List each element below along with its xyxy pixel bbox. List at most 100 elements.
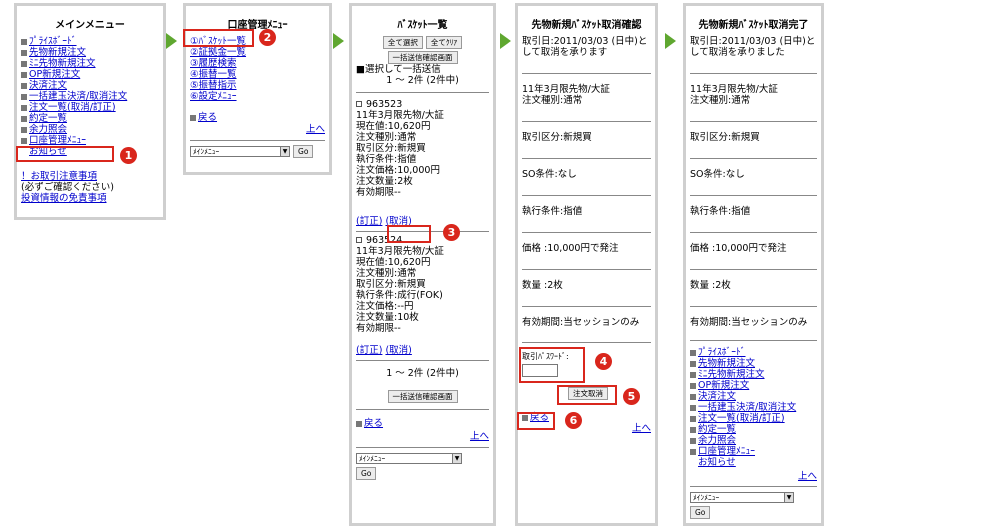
divider [690, 232, 817, 233]
menu-item[interactable]: 余力照会 [690, 435, 817, 446]
menu-bullet-icon [690, 371, 696, 378]
right-arrow-icon [333, 33, 344, 49]
divider [690, 73, 817, 74]
menu-item[interactable]: OP新規注文 [690, 380, 817, 391]
clear-all-button[interactable]: 全てｸﾘｱ [425, 36, 463, 49]
menu-bullet-icon [690, 382, 696, 389]
step-marker: 3 [443, 224, 460, 241]
count-text: 1 ～ 2件 (2件中) [386, 75, 459, 86]
step-marker: 2 [259, 29, 276, 46]
menu-item[interactable]: ②証拠金一覧 [190, 47, 325, 58]
menu-item[interactable]: ⑥設定ﾒﾆｭｰ [190, 91, 325, 102]
menu-bullet-icon [21, 115, 27, 122]
menu-item[interactable]: ﾐﾆ先物新規注文 [690, 369, 817, 380]
notice-sub: (必ずご確認ください) [21, 182, 114, 193]
chevron-down-icon: ▼ [280, 147, 289, 156]
divider [522, 73, 651, 74]
menu-item[interactable]: 余力照会 [21, 124, 159, 135]
menu-bullet-icon [21, 93, 27, 100]
menu-select[interactable]: ﾒｲﾝﾒﾆｭｰ ▼ [190, 146, 290, 157]
edit-link[interactable]: (訂正) [356, 345, 382, 356]
menu-item[interactable]: ③履歴検索 [190, 58, 325, 69]
divider [356, 360, 489, 361]
menu-item[interactable]: お知らせ [690, 457, 817, 468]
divider [522, 269, 651, 270]
menu-bullet-icon [690, 404, 696, 411]
menu-bullet-icon [21, 38, 27, 45]
menu-item[interactable]: ④振替一覧 [190, 69, 325, 80]
menu-item[interactable]: ﾐﾆ先物新規注文 [21, 58, 159, 69]
page-title: 先物新規ﾊﾞｽｹｯﾄ取消完了 [698, 20, 809, 31]
menu-item[interactable]: 注文一覧(取消/訂正) [690, 413, 817, 424]
menu-item[interactable]: 先物新規注文 [690, 358, 817, 369]
cancel-link[interactable]: (取消) [385, 345, 411, 356]
go-button[interactable]: Go [293, 145, 314, 158]
menu-bullet-icon [21, 71, 27, 78]
disclaimer-link[interactable]: 投資情報の免責事項 [21, 193, 107, 204]
divider [356, 409, 489, 410]
menu-item[interactable]: ﾌﾟﾗｲｽﾎﾞｰﾄﾞ [21, 36, 159, 47]
top-link[interactable]: 上へ [632, 423, 651, 434]
bulk-confirm-button[interactable]: 一括送信確認画面 [387, 51, 458, 64]
menu-select[interactable]: ﾒｲﾝﾒﾆｭｰ ▼ [356, 453, 462, 464]
menu-item[interactable]: 約定一覧 [21, 113, 159, 124]
menu-item[interactable]: OP新規注文 [21, 69, 159, 80]
menu-item[interactable]: 口座管理ﾒﾆｭｰ [690, 446, 817, 457]
go-button[interactable]: Go [690, 506, 711, 519]
divider [522, 121, 651, 122]
top-link[interactable]: 上へ [470, 431, 489, 442]
divider [356, 447, 489, 448]
main-menu-list: ﾌﾟﾗｲｽﾎﾞｰﾄﾞ 先物新規注文 ﾐﾆ先物新規注文 OP新規注文 決済注文 一… [690, 347, 817, 468]
screen-main-menu: メインメニュー ﾌﾟﾗｲｽﾎﾞｰﾄﾞ 先物新規注文 ﾐﾆ先物新規注文 OP新規注… [14, 3, 166, 220]
menu-bullet-icon [690, 360, 696, 367]
menu-item[interactable]: 一括建玉決済/取消注文 [690, 402, 817, 413]
menu-item[interactable]: 約定一覧 [690, 424, 817, 435]
step-marker: 6 [565, 412, 582, 429]
top-link[interactable]: 上へ [306, 124, 325, 135]
menu-bullet-icon [21, 137, 27, 144]
edit-link[interactable]: (訂正) [356, 216, 382, 227]
page-title: 先物新規ﾊﾞｽｹｯﾄ取消確認 [531, 20, 642, 31]
divider [522, 158, 651, 159]
menu-bullet-icon [690, 448, 696, 455]
bulk-note: ■選択して一括送信 [356, 64, 441, 75]
order-item: 963524 11年3月限先物/大証 現在値:10,620円 注文種別:通常 取… [356, 235, 444, 356]
screen-cancel-complete: 先物新規ﾊﾞｽｹｯﾄ取消完了 取引日:2011/03/03 (日中)として取消を… [683, 3, 824, 526]
divider [356, 92, 489, 93]
back-link[interactable]: 戻る [198, 112, 217, 123]
stage: メインメニュー ﾌﾟﾗｲｽﾎﾞｰﾄﾞ 先物新規注文 ﾐﾆ先物新規注文 OP新規注… [0, 0, 1000, 529]
notice-link[interactable]: ！お取引注意事項 [21, 171, 97, 182]
divider [690, 486, 817, 487]
menu-select[interactable]: ﾒｲﾝﾒﾆｭｰ ▼ [690, 492, 794, 503]
menu-item[interactable]: 決済注文 [690, 391, 817, 402]
order-checkbox[interactable] [356, 101, 362, 107]
divider [690, 269, 817, 270]
highlight-box [557, 385, 617, 405]
screen-cancel-confirm: 先物新規ﾊﾞｽｹｯﾄ取消確認 取引日:2011/03/03 (日中)として取消を… [515, 3, 658, 526]
page-title: メインメニュー [55, 20, 125, 31]
step-marker: 4 [595, 353, 612, 370]
right-arrow-icon [665, 33, 676, 49]
menu-item[interactable]: 一括建玉決済/取消注文 [21, 91, 159, 102]
bulk-confirm-button[interactable]: 一括送信確認画面 [387, 390, 458, 403]
select-all-button[interactable]: 全て選択 [382, 36, 423, 49]
divider [522, 342, 651, 343]
menu-item[interactable]: ⑤振替指示 [190, 80, 325, 91]
menu-bullet-icon [690, 437, 696, 444]
screen-basket-list: ﾊﾞｽｹｯﾄ一覧 全て選択 全てｸﾘｱ 一括送信確認画面 ■選択して一括送信 1… [349, 3, 496, 526]
menu-bullet-icon [21, 104, 27, 111]
menu-item[interactable]: 注文一覧(取消/訂正) [21, 102, 159, 113]
highlight-box [519, 347, 585, 383]
right-arrow-icon [500, 33, 511, 49]
menu-item-account[interactable]: 口座管理ﾒﾆｭｰ [21, 135, 159, 146]
highlight-box [517, 412, 555, 430]
menu-bullet-icon [21, 82, 27, 89]
order-item: 963523 11年3月限先物/大証 現在値:10,620円 注文種別:通常 取… [356, 99, 444, 227]
menu-item[interactable]: 決済注文 [21, 80, 159, 91]
order-checkbox[interactable] [356, 237, 362, 243]
menu-item[interactable]: 先物新規注文 [21, 47, 159, 58]
menu-item[interactable]: ﾌﾟﾗｲｽﾎﾞｰﾄﾞ [690, 347, 817, 358]
go-button[interactable]: Go [356, 467, 377, 480]
top-link[interactable]: 上へ [798, 471, 817, 482]
back-link[interactable]: 戻る [364, 418, 383, 429]
